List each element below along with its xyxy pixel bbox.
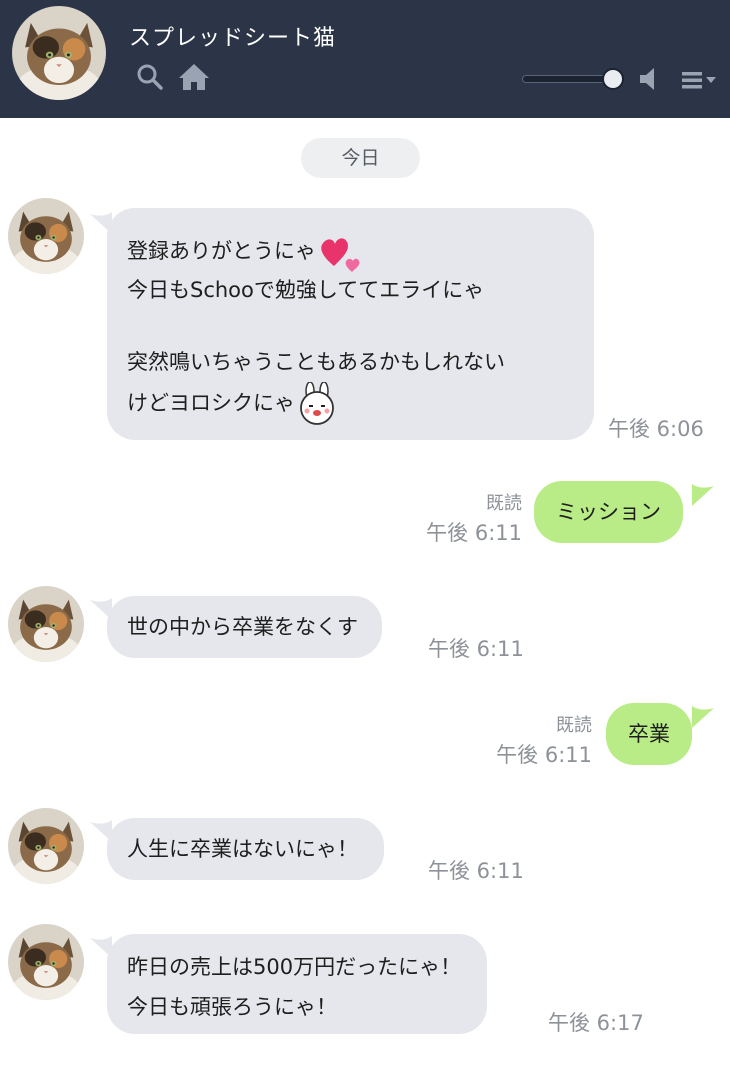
message-time: 午後 6:11 (428, 637, 524, 661)
message-bubble-incoming[interactable]: 昨日の売上は500万円だったにゃ！ 今日も頑張ろうにゃ！ (107, 934, 488, 1034)
message-meta: 既読 午後 6:11 (496, 712, 592, 770)
chat-header: スプレッドシート猫 (0, 0, 730, 118)
message-line: 世の中から卒業をなくす (127, 615, 358, 639)
menu-icon[interactable] (680, 68, 718, 92)
message-line: 今日もSchooで勉強しててエライにゃ (127, 278, 485, 302)
chat-title: スプレッドシート猫 (129, 26, 337, 51)
cat-photo (8, 924, 84, 1000)
message-meta: 午後 6:11 (428, 634, 524, 664)
message-text: ミッション (556, 500, 661, 524)
message-time: 午後 6:17 (548, 1011, 644, 1035)
message-line: 昨日の売上は500万円だったにゃ！ (127, 955, 462, 979)
message-line: 突然鳴いちゃうこともあるかもしれない (127, 350, 505, 374)
read-receipt: 既読 (486, 493, 522, 514)
bubble-tail (692, 706, 714, 728)
message-bubble-outgoing[interactable]: ミッション (534, 481, 683, 543)
message-line: 登録ありがとうにゃ (127, 230, 572, 272)
sender-avatar[interactable] (8, 586, 84, 662)
search-icon[interactable] (136, 63, 164, 91)
chat-avatar[interactable] (12, 6, 106, 100)
message-line-blank (127, 310, 572, 342)
cat-photo (8, 198, 84, 274)
message-time: 午後 6:11 (496, 743, 592, 767)
message-meta: 午後 6:06 (608, 414, 704, 444)
message-line: 今日も頑張ろうにゃ！ (127, 995, 337, 1019)
volume-knob[interactable] (602, 68, 624, 90)
message-line: けどヨロシクにゃ (127, 382, 572, 425)
message-meta: 既読 午後 6:11 (426, 490, 522, 548)
message-time: 午後 6:11 (428, 859, 524, 883)
message-meta: 午後 6:17 (548, 1008, 644, 1038)
home-icon[interactable] (178, 62, 210, 92)
message-time: 午後 6:11 (426, 521, 522, 545)
message-meta: 午後 6:11 (428, 856, 524, 886)
message-text: 卒業 (628, 722, 670, 746)
message-line: 人生に卒業はないにゃ！ (127, 837, 358, 861)
read-receipt: 既読 (556, 715, 592, 736)
cat-photo (8, 808, 84, 884)
message-bubble-incoming[interactable]: 世の中から卒業をなくす (107, 596, 382, 658)
date-separator: 今日 (301, 138, 420, 178)
cat-photo (8, 586, 84, 662)
volume-slider[interactable] (520, 68, 626, 90)
message-bubble-outgoing[interactable]: 卒業 (606, 703, 692, 765)
message-bubble-incoming[interactable]: 人生に卒業はないにゃ！ (107, 818, 384, 880)
sender-avatar[interactable] (8, 808, 84, 884)
message-time: 午後 6:06 (608, 417, 704, 441)
bubble-tail (692, 484, 714, 506)
rabbit-face-emoji (300, 382, 334, 425)
speaker-icon[interactable] (638, 66, 668, 92)
sender-avatar[interactable] (8, 924, 84, 1000)
message-bubble-incoming[interactable]: 登録ありがとうにゃ 今日もSchooで勉強しててエライにゃ 突然鳴いちゃうことも… (107, 208, 594, 440)
cat-photo (12, 6, 106, 100)
heart-emoji (321, 238, 360, 272)
sender-avatar[interactable] (8, 198, 84, 274)
